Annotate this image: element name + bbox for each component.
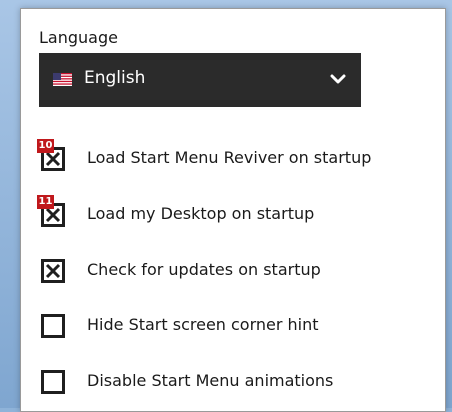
language-dropdown[interactable]: English — [39, 53, 361, 107]
chevron-down-icon — [330, 74, 346, 84]
check-x-icon — [45, 151, 61, 167]
settings-panel: Language English 10 Load Start Menu Revi… — [20, 8, 446, 412]
checkbox[interactable] — [41, 314, 65, 338]
option-disable-start-menu-animations[interactable]: Disable Start Menu animations — [39, 366, 439, 402]
language-selected-value: English — [84, 68, 146, 88]
check-x-icon — [45, 207, 61, 223]
option-label: Disable Start Menu animations — [87, 371, 334, 390]
option-load-start-menu-reviver[interactable]: 10 Load Start Menu Reviver on startup — [37, 139, 439, 179]
option-hide-start-screen-corner-hint[interactable]: Hide Start screen corner hint — [39, 310, 439, 346]
option-label: Check for updates on startup — [87, 260, 321, 279]
checkbox[interactable] — [41, 259, 65, 283]
option-label: Hide Start screen corner hint — [87, 315, 319, 334]
hint-badge: 11 — [37, 195, 54, 209]
option-label: Load my Desktop on startup — [87, 204, 315, 223]
hint-badge: 10 — [37, 139, 54, 153]
option-load-my-desktop[interactable]: 11 Load my Desktop on startup — [37, 195, 439, 235]
language-label: Language — [39, 28, 118, 47]
check-x-icon — [45, 263, 61, 279]
window-background: Language English 10 Load Start Menu Revi… — [0, 0, 452, 412]
option-label: Load Start Menu Reviver on startup — [87, 148, 372, 167]
checkbox[interactable] — [41, 370, 65, 394]
option-check-for-updates[interactable]: Check for updates on startup — [39, 255, 439, 291]
us-flag-icon — [53, 73, 72, 86]
